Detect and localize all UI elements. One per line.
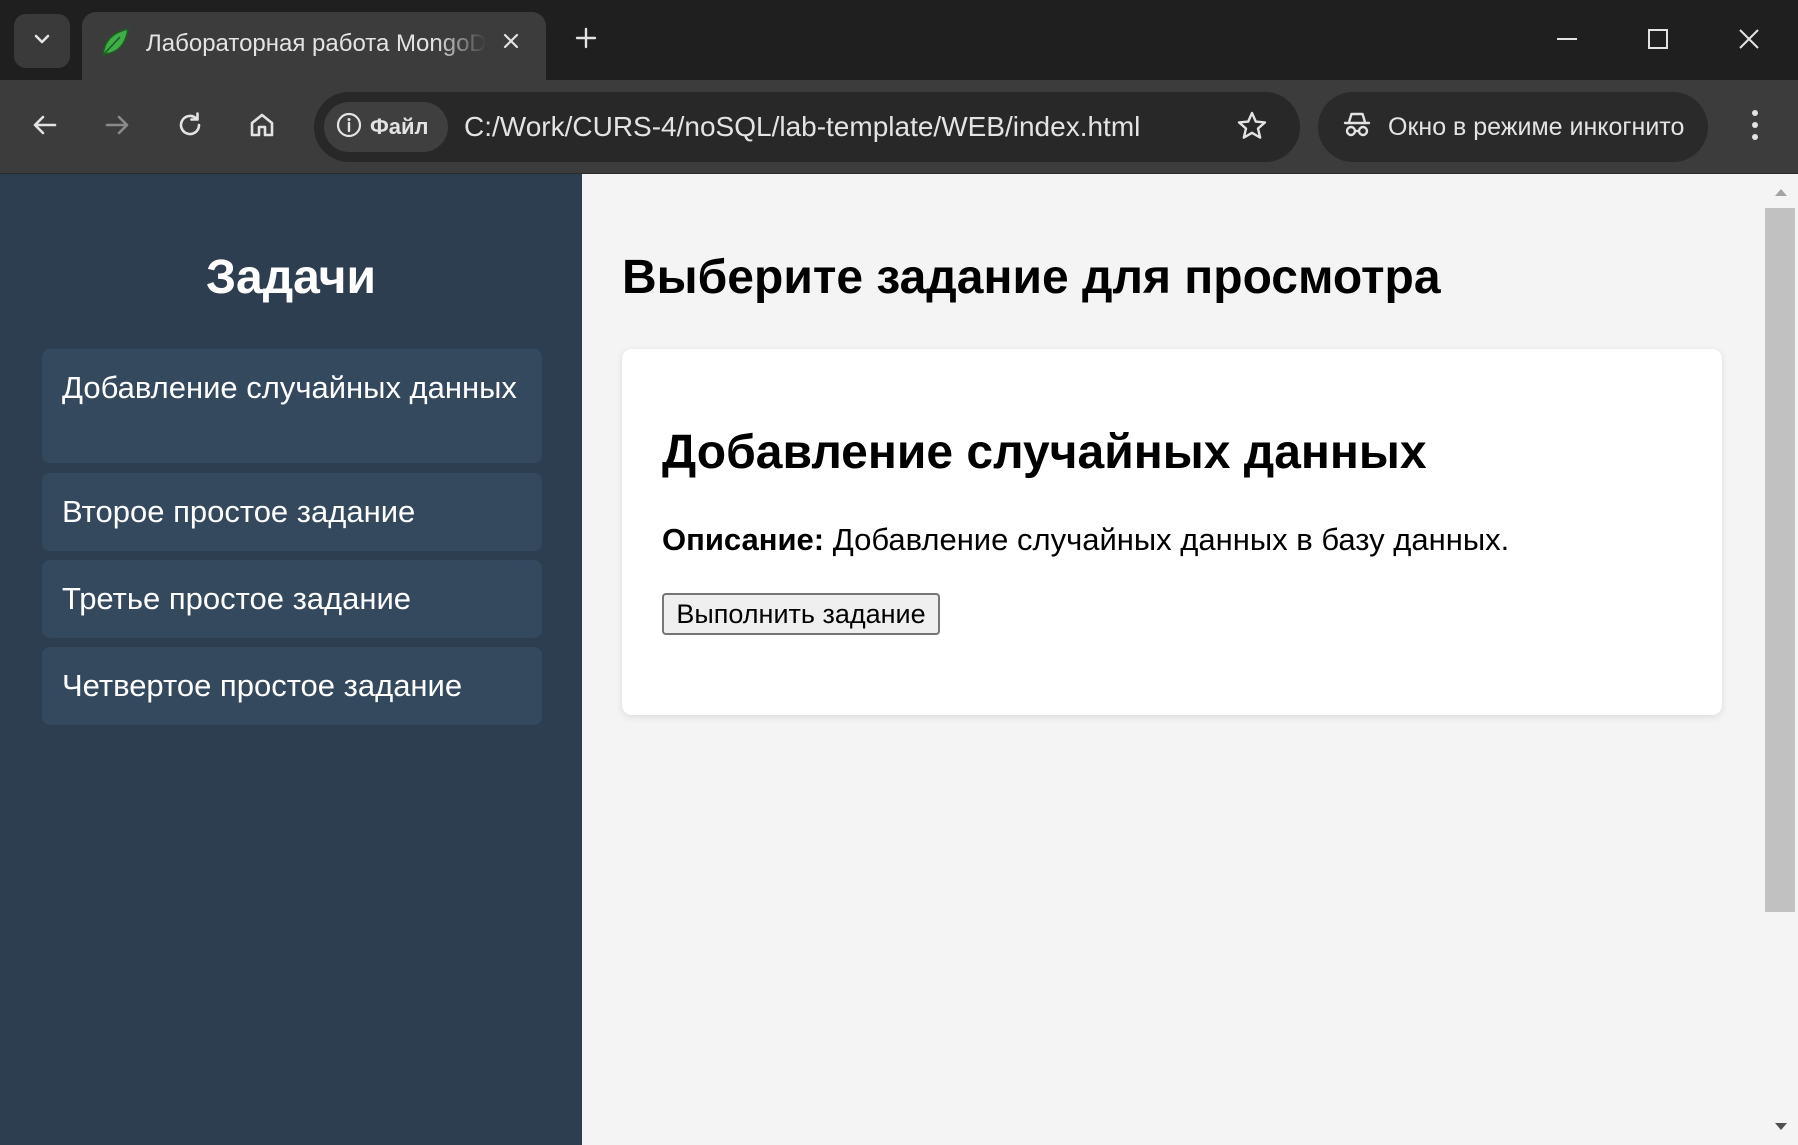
arrow-left-icon bbox=[30, 110, 60, 145]
minimize-button[interactable] bbox=[1534, 10, 1600, 72]
browser-toolbar: Файл C:/Work/CURS-4/noSQL/lab-template/W… bbox=[0, 80, 1798, 174]
tab-search-button[interactable] bbox=[14, 14, 70, 68]
description-text: Добавление случайных данных в базу данны… bbox=[832, 522, 1510, 557]
sidebar: Задачи Добавление случайных данных Второ… bbox=[0, 174, 582, 1145]
scroll-up-arrow-icon[interactable] bbox=[1764, 180, 1798, 204]
reload-icon bbox=[175, 110, 205, 145]
back-button[interactable] bbox=[22, 104, 68, 150]
arrow-right-icon bbox=[102, 110, 132, 145]
tab-title: Лабораторная работа MongoDB bbox=[146, 30, 486, 57]
incognito-indicator[interactable]: Окно в режиме инкогнито bbox=[1318, 92, 1708, 162]
sidebar-title: Задачи bbox=[205, 251, 377, 304]
close-tab-button[interactable] bbox=[494, 26, 528, 60]
star-icon bbox=[1236, 110, 1268, 147]
browser-menu-button[interactable] bbox=[1732, 104, 1778, 150]
info-icon bbox=[336, 112, 362, 143]
kebab-menu-icon bbox=[1750, 108, 1760, 147]
site-info-chip[interactable]: Файл bbox=[324, 102, 448, 152]
close-window-button[interactable] bbox=[1716, 10, 1782, 72]
browser-titlebar: Лабораторная работа MongoDB bbox=[0, 0, 1798, 80]
site-info-label: Файл bbox=[370, 114, 429, 139]
chevron-down-icon bbox=[32, 29, 52, 54]
scrollbar-thumb[interactable] bbox=[1765, 208, 1795, 912]
sidebar-item-second-task[interactable]: Второе простое задание bbox=[42, 473, 542, 551]
maximize-icon bbox=[1646, 27, 1670, 56]
task-description: Описание: Добавление случайных данных в … bbox=[662, 521, 1509, 559]
sidebar-item-fourth-task[interactable]: Четвертое простое задание bbox=[42, 647, 542, 725]
scroll-down-arrow-icon[interactable] bbox=[1764, 1115, 1798, 1139]
minimize-icon bbox=[1555, 27, 1579, 56]
new-tab-button[interactable] bbox=[566, 20, 606, 60]
plus-icon bbox=[574, 26, 598, 55]
browser-tab-active[interactable]: Лабораторная работа MongoDB bbox=[82, 12, 546, 80]
reload-button[interactable] bbox=[167, 104, 213, 150]
task-card: Добавление случайных данных Описание: До… bbox=[622, 349, 1722, 715]
bookmark-button[interactable] bbox=[1232, 108, 1272, 148]
home-button[interactable] bbox=[239, 104, 285, 150]
page-viewport: Задачи Добавление случайных данных Второ… bbox=[0, 174, 1798, 1145]
incognito-icon bbox=[1342, 110, 1372, 145]
close-icon bbox=[1737, 27, 1761, 56]
close-icon bbox=[502, 32, 520, 55]
url-text[interactable]: C:/Work/CURS-4/noSQL/lab-template/WEB/in… bbox=[464, 110, 1140, 144]
description-label: Описание: bbox=[662, 522, 825, 557]
address-bar[interactable]: Файл C:/Work/CURS-4/noSQL/lab-template/W… bbox=[314, 92, 1300, 162]
home-icon bbox=[247, 110, 277, 145]
page-title: Выберите задание для просмотра bbox=[622, 251, 1441, 304]
sidebar-item-random-data[interactable]: Добавление случайных данных bbox=[42, 349, 542, 463]
task-title: Добавление случайных данных bbox=[662, 426, 1427, 479]
vertical-scrollbar[interactable] bbox=[1764, 174, 1798, 1145]
maximize-button[interactable] bbox=[1625, 10, 1691, 72]
incognito-label: Окно в режиме инкогнито bbox=[1388, 112, 1685, 141]
sidebar-item-third-task[interactable]: Третье простое задание bbox=[42, 560, 542, 638]
run-task-button[interactable]: Выполнить задание bbox=[662, 593, 940, 635]
forward-button[interactable] bbox=[94, 104, 140, 150]
mongodb-leaf-icon bbox=[98, 26, 132, 60]
